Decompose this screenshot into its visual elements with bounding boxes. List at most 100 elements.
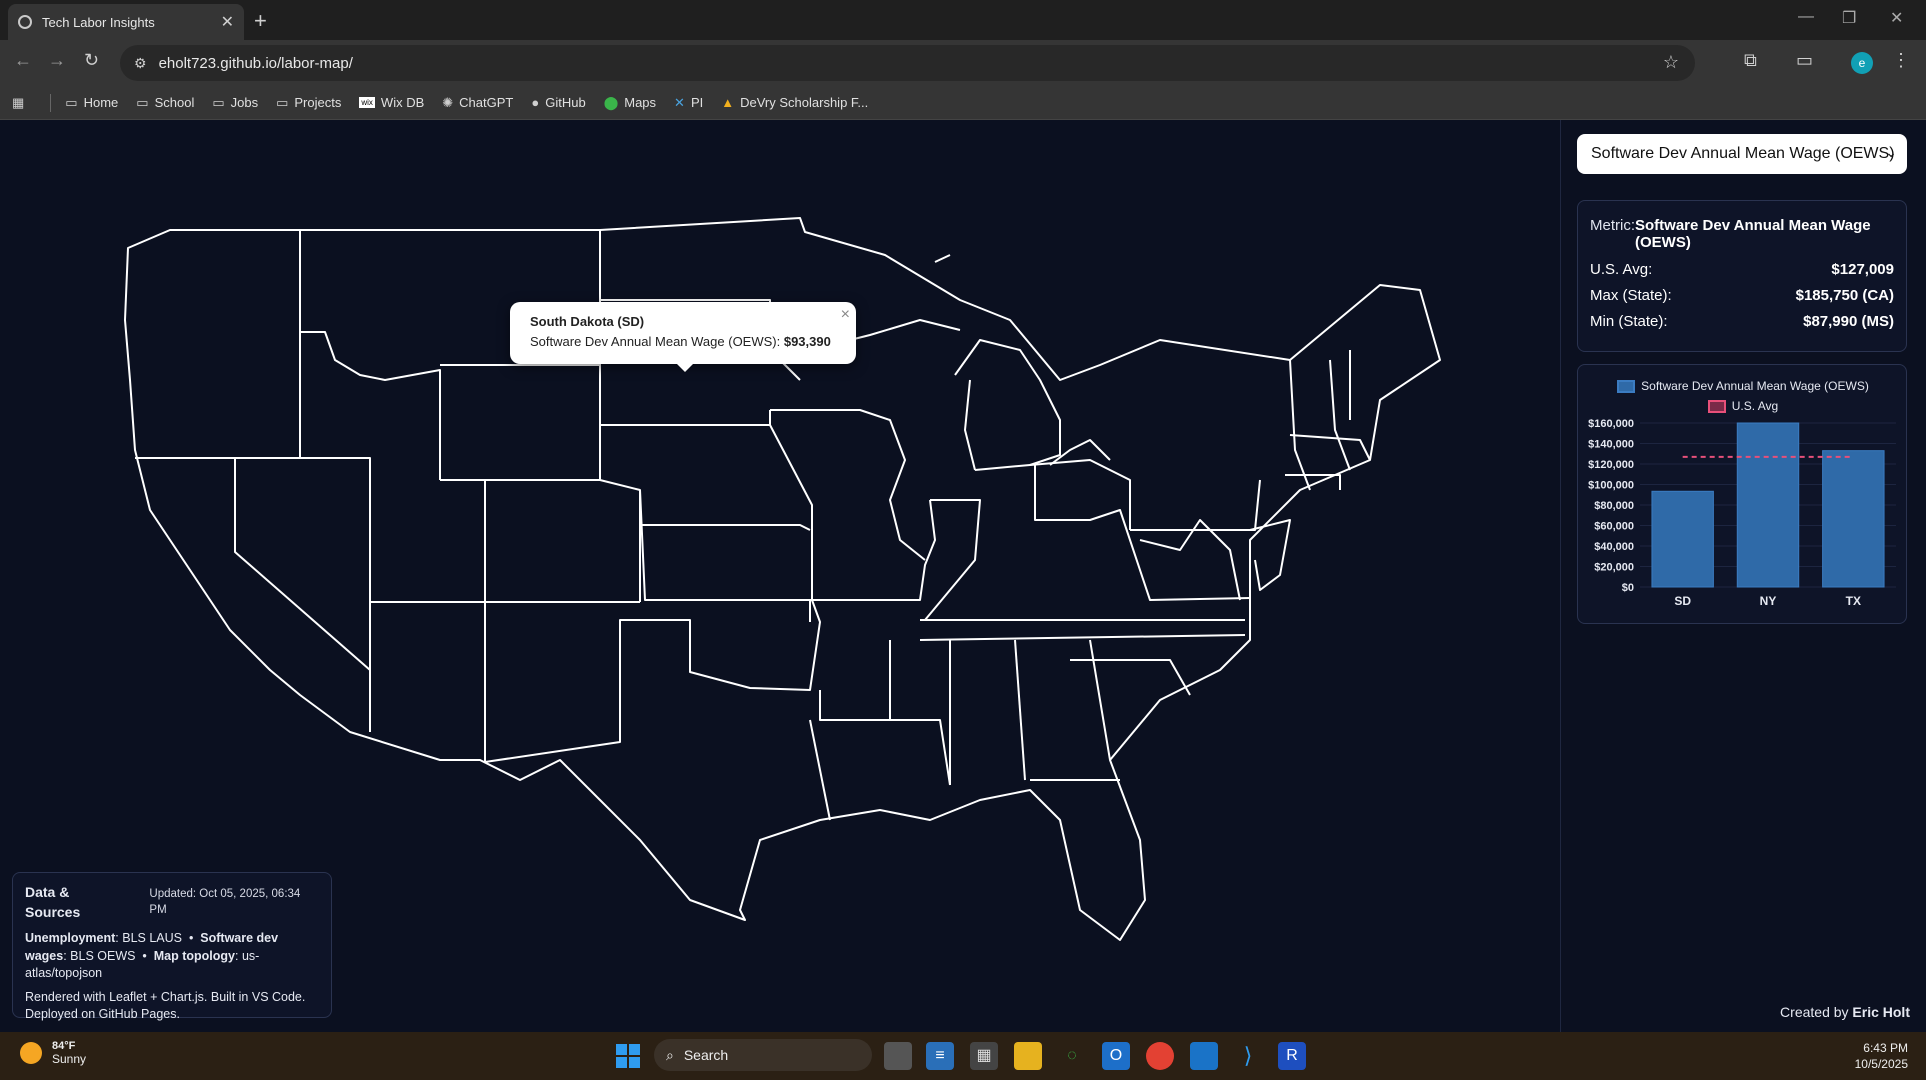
weather-condition: Sunny [52,1052,87,1066]
x-tick-label: NY [1760,594,1777,608]
wix-icon: wix [359,97,375,108]
site-info-icon[interactable]: ⚙ [134,55,147,72]
system-clock[interactable]: 6:43 PM 10/5/2025 [1855,1040,1908,1072]
min-value: $87,990 (MS) [1803,313,1894,330]
notepad-icon[interactable]: ≡ [926,1042,954,1070]
bar-chart-svg: $0 $20,000 $40,000 $60,000 $80,000 $100,000 $1… [1588,418,1896,608]
tab-title: Tech Labor Insights [42,14,155,30]
bookmark-chatgpt[interactable]: ✺ ChatGPT [442,95,513,111]
profile-avatar[interactable]: e [1851,52,1873,74]
sun-icon [20,1042,42,1064]
state-border [440,425,601,481]
bookmark-wix-db[interactable]: wix Wix DB [359,95,424,110]
x-tick-label: SD [1674,594,1691,608]
state-border [1014,639,1026,781]
task-view-icon[interactable] [884,1042,912,1070]
sidebar: Software Dev Annual Mean Wage (OEWS) ⌄ M… [1560,120,1926,1032]
bookmark-projects[interactable]: ▭ Projects [276,95,341,111]
close-tab-icon[interactable]: ✕ [221,12,234,32]
metric-label: Metric: [1590,217,1635,234]
store-icon[interactable] [1190,1042,1218,1070]
apps-icon[interactable]: ▦ [12,95,30,111]
state-border [934,254,951,263]
popup-close-icon[interactable]: × [841,306,850,324]
close-window-icon[interactable]: ✕ [1890,8,1903,28]
browser-tab[interactable]: Tech Labor Insights ✕ [8,4,244,40]
state-border [135,230,301,459]
tab-search-icon[interactable]: ▭ [1796,50,1813,71]
popup-title: South Dakota (SD) [530,314,645,329]
forward-icon[interactable]: → [48,50,66,71]
search-icon: ⌕ [666,1046,674,1063]
data-sources-panel: Data & Sources Updated: Oct 05, 2025, 06… [12,872,332,1021]
bookmark-jobs[interactable]: ▭ Jobs [212,95,258,111]
state-border [1034,465,1251,601]
popup-body: Software Dev Annual Mean Wage (OEWS): $9… [530,334,836,349]
y-tick-label: $140,000 [1588,439,1634,451]
min-label: Min (State): [1590,313,1668,330]
bookmark-school[interactable]: ▭ School [136,95,194,111]
x-tick-label: TX [1846,594,1861,608]
state-border [599,424,813,601]
y-tick-label: $160,000 [1588,418,1634,430]
github-icon: ● [531,95,540,110]
vscode-icon[interactable]: ⟩ [1234,1042,1262,1070]
calculator-icon[interactable]: ▦ [970,1042,998,1070]
url-text: eholt723.github.io/labor-map/ [158,54,353,72]
chrome-icon[interactable] [1146,1042,1174,1070]
taskbar-search-label: Search [683,1047,729,1063]
r-app-icon[interactable]: R [1278,1042,1306,1070]
unemployment-label: Unemployment [25,931,116,946]
state-border [1130,479,1261,531]
y-tick-label: $80,000 [1594,500,1634,512]
bookmarks-divider [50,93,52,112]
bar [1822,450,1885,588]
weather-widget[interactable]: 84°F Sunny [20,1040,86,1066]
metric-select[interactable]: Software Dev Annual Mean Wage (OEWS) ⌄ [1577,134,1907,174]
sources-list: Unemployment: BLS LAUS • Software dev wa… [25,931,279,981]
state-border [919,634,1246,641]
state-border [440,479,486,602]
y-tick-label: $40,000 [1594,541,1634,553]
bookmark-github[interactable]: ● GitHub [531,95,585,110]
clock-time: 6:43 PM [1863,1041,1908,1055]
us-map[interactable]: South Dakota (SD) Software Dev Annual Me… [0,120,1560,1032]
stats-card: Metric: Software Dev Annual Mean Wage (O… [1577,200,1907,352]
folder-icon: ▭ [276,94,289,110]
restore-icon[interactable]: ❐ [1842,8,1856,28]
menu-icon[interactable]: ⋮ [1892,50,1910,71]
state-border [889,640,951,786]
bookmark-home[interactable]: ▭ Home [65,95,118,111]
minimize-icon[interactable]: — [1798,8,1814,26]
y-tick-label: $20,000 [1594,562,1634,574]
sync-app-icon[interactable]: ◌ [1058,1042,1086,1070]
y-tick-label: $60,000 [1594,521,1634,533]
bookmark-pi[interactable]: ✕ PI [674,95,703,111]
file-explorer-icon[interactable] [1014,1042,1042,1070]
state-border [484,599,821,763]
bookmark-maps[interactable]: ⬤ Maps [604,95,656,111]
topology-label: Map topology [153,948,235,963]
new-tab-button[interactable]: + [254,8,267,34]
credit-prefix: Created by [1780,1004,1853,1020]
bar [1736,422,1800,588]
chatgpt-icon: ✺ [442,94,454,110]
state-border [770,409,926,561]
bookmark-star-icon[interactable]: ☆ [1663,52,1679,73]
devry-icon: ▲ [721,95,735,110]
wages-source: : BLS OEWS [63,948,136,963]
folder-icon: ▭ [212,94,225,110]
folder-icon: ▭ [136,94,149,110]
credit-name: Eric Holt [1852,1004,1910,1020]
outlook-icon[interactable]: O [1102,1042,1130,1070]
extensions-icon[interactable]: ⧉ [1744,50,1757,71]
windows-start-icon[interactable] [616,1044,640,1068]
back-icon[interactable]: ← [14,50,32,71]
state-border [640,524,811,531]
popup-value: $93,390 [783,334,831,349]
reload-icon[interactable]: ↻ [84,50,99,71]
bookmark-devry[interactable]: ▲ DeVry Scholarship F... [721,95,868,110]
us-avg-label: U.S. Avg: [1590,261,1653,278]
address-bar[interactable]: ⚙ eholt723.github.io/labor-map/ ☆ [120,45,1695,81]
taskbar-search[interactable]: ⌕ Search [654,1039,872,1071]
